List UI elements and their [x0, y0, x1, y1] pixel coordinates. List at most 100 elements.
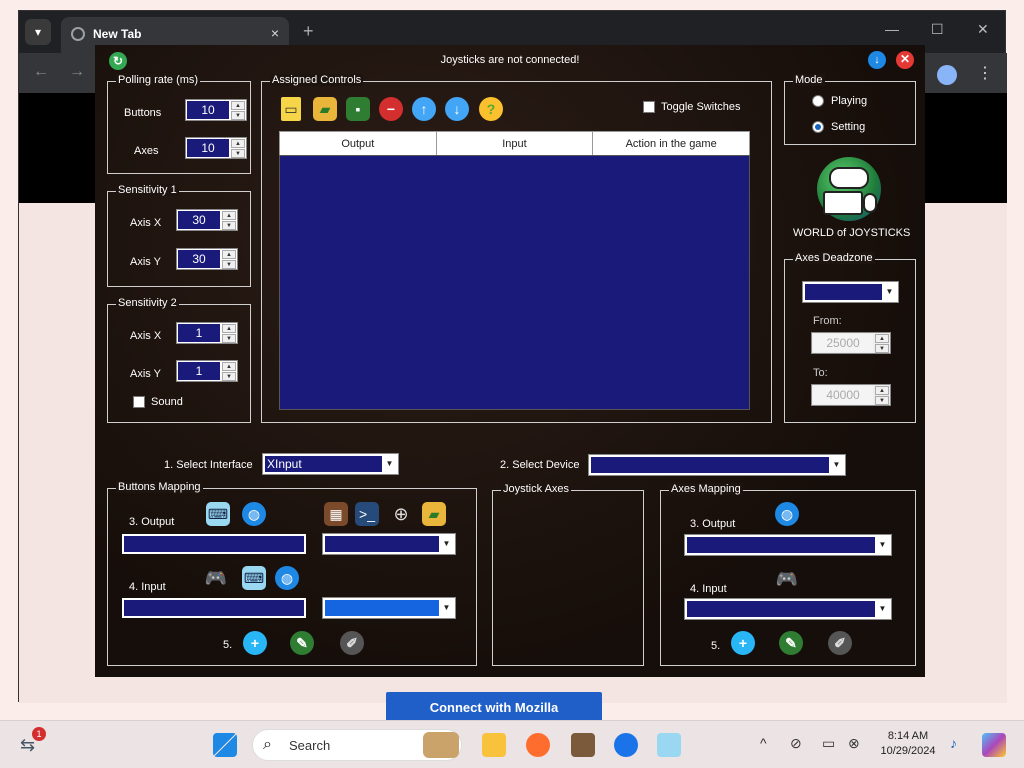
select-value[interactable]: [325, 536, 439, 552]
spinner-value[interactable]: 30: [178, 211, 220, 229]
chrome-icon[interactable]: [614, 733, 638, 757]
select-value[interactable]: [805, 284, 882, 300]
spinner-down-icon[interactable]: ▼: [222, 260, 236, 269]
mouse-icon[interactable]: ◍: [275, 566, 299, 590]
save-icon[interactable]: ▪: [346, 97, 370, 121]
spinner-down-icon[interactable]: ▼: [231, 111, 245, 120]
toggle-switches-checkbox[interactable]: [643, 101, 655, 113]
firefox-icon[interactable]: [526, 733, 550, 757]
app-icon[interactable]: [571, 733, 595, 757]
move-down-icon[interactable]: ↓: [445, 97, 469, 121]
start-icon[interactable]: [213, 733, 237, 757]
interface-select[interactable]: XInput ▼: [262, 453, 399, 475]
spinner-value[interactable]: 1: [178, 324, 220, 342]
sensitivity-1-axis-x-spinner[interactable]: 30 ▲ ▼: [176, 209, 238, 231]
minimize-button[interactable]: —: [885, 21, 899, 37]
tab-search-button[interactable]: ▾: [25, 19, 51, 45]
sound-checkbox[interactable]: [133, 396, 145, 408]
select-value[interactable]: [687, 537, 875, 553]
gamepad-icon[interactable]: 🎮: [775, 567, 799, 591]
device-select-value[interactable]: [591, 457, 829, 473]
copilot-icon[interactable]: [982, 733, 1006, 757]
sensitivity-2-axis-y-spinner[interactable]: 1 ▲ ▼: [176, 360, 238, 382]
output-textbox[interactable]: [122, 534, 306, 554]
column-input[interactable]: Input: [435, 131, 594, 156]
terminal-icon[interactable]: >_: [355, 502, 379, 526]
chevron-down-icon[interactable]: ▼: [876, 601, 889, 617]
spinner-up-icon[interactable]: ▲: [875, 386, 889, 395]
new-tab-button[interactable]: +: [303, 21, 314, 42]
spinner-value[interactable]: 40000: [813, 386, 873, 404]
search-bar[interactable]: ⌕ Search: [252, 729, 462, 761]
chevron-down-icon[interactable]: ▼: [830, 457, 843, 473]
spinner-up-icon[interactable]: ▲: [222, 211, 236, 220]
spinner-down-icon[interactable]: ▼: [222, 221, 236, 230]
brush-icon[interactable]: ✐: [340, 631, 364, 655]
keyboard-icon[interactable]: ⌨: [242, 566, 266, 590]
playing-radio[interactable]: [812, 95, 824, 107]
mouse-icon[interactable]: ◍: [242, 502, 266, 526]
deadzone-to-spinner[interactable]: 40000 ▲ ▼: [811, 384, 891, 406]
new-file-icon[interactable]: ▭: [281, 97, 301, 121]
input-textbox[interactable]: [122, 598, 306, 618]
add-icon[interactable]: +: [731, 631, 755, 655]
sensitivity-1-axis-y-spinner[interactable]: 30 ▲ ▼: [176, 248, 238, 270]
forward-button[interactable]: →: [69, 63, 85, 81]
joystick-app-icon[interactable]: [657, 733, 681, 757]
back-button[interactable]: ←: [33, 63, 49, 81]
column-output[interactable]: Output: [279, 131, 437, 156]
select-value[interactable]: [687, 601, 875, 617]
spinner-up-icon[interactable]: ▲: [231, 139, 245, 148]
crosshair-icon[interactable]: ⊕: [389, 502, 413, 526]
chevron-down-icon[interactable]: ▼: [440, 536, 453, 552]
clear-icon[interactable]: ✎: [779, 631, 803, 655]
interface-select-value[interactable]: XInput: [265, 456, 382, 472]
close-app-icon[interactable]: ✕: [896, 51, 914, 69]
move-up-icon[interactable]: ↑: [412, 97, 436, 121]
spinner-value[interactable]: 10: [187, 139, 229, 157]
spinner-up-icon[interactable]: ▲: [222, 324, 236, 333]
spinner-up-icon[interactable]: ▲: [231, 101, 245, 110]
spinner-down-icon[interactable]: ▼: [875, 396, 889, 405]
spinner-value[interactable]: 10: [187, 101, 229, 119]
brush-icon[interactable]: ✐: [828, 631, 852, 655]
column-action[interactable]: Action in the game: [592, 131, 750, 156]
notification-bell-icon[interactable]: ♪: [950, 735, 957, 751]
spinner-up-icon[interactable]: ▲: [222, 250, 236, 259]
spinner-down-icon[interactable]: ▼: [222, 372, 236, 381]
spinner-value[interactable]: 30: [178, 250, 220, 268]
download-icon[interactable]: ↓: [868, 51, 886, 69]
sensitivity-2-axis-x-spinner[interactable]: 1 ▲ ▼: [176, 322, 238, 344]
clock[interactable]: 8:14 AM 10/29/2024: [870, 729, 946, 759]
spinner-value[interactable]: 1: [178, 362, 220, 380]
axes-output-select[interactable]: ▼: [684, 534, 892, 556]
spinner-down-icon[interactable]: ▼: [222, 334, 236, 343]
select-value[interactable]: [325, 600, 439, 616]
chevron-down-icon[interactable]: ▼: [883, 284, 896, 300]
device-select[interactable]: ▼: [588, 454, 846, 476]
assigned-controls-list[interactable]: [279, 155, 750, 410]
remove-icon[interactable]: −: [379, 97, 403, 121]
chevron-down-icon[interactable]: ▼: [876, 537, 889, 553]
file-explorer-icon[interactable]: [482, 733, 506, 757]
connect-mozilla-button[interactable]: Connect with Mozilla: [386, 692, 602, 720]
volume-icon[interactable]: ⊗: [848, 735, 860, 752]
gamepad-icon[interactable]: 🎮: [204, 566, 228, 590]
folder-icon[interactable]: ▰: [422, 502, 446, 526]
spinner-up-icon[interactable]: ▲: [875, 334, 889, 343]
help-icon[interactable]: ?: [479, 97, 503, 121]
spinner-down-icon[interactable]: ▼: [875, 344, 889, 353]
input-select[interactable]: ▼: [322, 597, 456, 619]
spinner-up-icon[interactable]: ▲: [222, 362, 236, 371]
tab-close-button[interactable]: ×: [271, 25, 279, 41]
output-select[interactable]: ▼: [322, 533, 456, 555]
buttons-polling-spinner[interactable]: 10 ▲ ▼: [185, 99, 247, 121]
maximize-button[interactable]: ☐: [931, 21, 944, 38]
spinner-down-icon[interactable]: ▼: [231, 149, 245, 158]
display-icon[interactable]: ▭: [822, 735, 835, 752]
keyboard-icon[interactable]: ⌨: [206, 502, 230, 526]
setting-radio[interactable]: [812, 121, 824, 133]
clear-icon[interactable]: ✎: [290, 631, 314, 655]
chevron-down-icon[interactable]: ▼: [440, 600, 453, 616]
browser-menu-button[interactable]: ⋮: [977, 63, 993, 83]
